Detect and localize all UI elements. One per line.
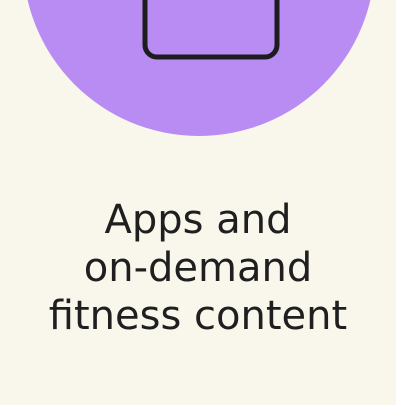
feature-title-line-2: on-demand bbox=[83, 245, 313, 291]
feature-title: Apps and on-demand fitness content bbox=[0, 196, 396, 340]
feature-title-line-3: fitness content bbox=[48, 293, 348, 339]
feature-card: Apps and on-demand fitness content bbox=[0, 0, 396, 405]
feature-title-line-1: Apps and bbox=[104, 197, 292, 243]
device-icon bbox=[142, 0, 280, 60]
